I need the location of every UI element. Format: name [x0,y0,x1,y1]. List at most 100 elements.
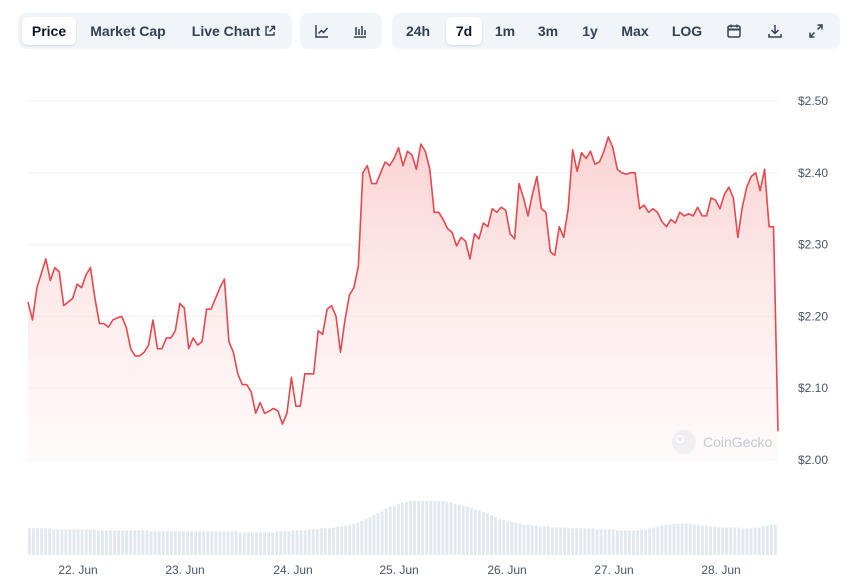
volume-bar [206,531,210,555]
volume-bar [563,527,566,555]
volume-bar [482,512,485,555]
volume-bar [571,528,575,555]
view-toggle-group [300,13,382,49]
volume-bar [141,530,145,555]
tab-7d[interactable]: 7d [446,17,482,45]
y-tick-label: $2.30 [798,238,828,252]
volume-bar [198,531,202,555]
volume-bar [96,530,100,555]
tab-3m-label: 3m [537,23,559,39]
y-tick-label: $2.00 [798,453,828,467]
price-chart[interactable]: $2.50 $2.40 $2.30 $2.20 $2.10 $2.00 22. Jun 23… [0,60,848,584]
volume-bar [336,526,339,555]
volume-bar [526,524,530,555]
volume-bar [64,529,68,555]
volume-bar [396,503,400,555]
volume-bar [765,525,769,555]
volume-bar [153,531,157,555]
line-chart-button[interactable] [304,17,340,45]
volume-bar [279,531,283,555]
volume-bar [194,531,198,555]
volume-bar [672,523,676,555]
volume-bar [518,523,522,555]
volume-bar [769,524,773,555]
volume-bar [157,531,161,555]
volume-bar [84,529,88,555]
volume-bar [376,513,380,555]
chart-toolbar: Price Market Cap Live Chart 24h 7d 1m 3m… [0,0,848,60]
volume-bar [579,528,583,555]
volume-bar [636,530,639,555]
volume-bar [542,526,546,555]
tab-market-cap[interactable]: Market Cap [82,17,174,45]
fullscreen-button[interactable] [798,17,834,45]
download-button[interactable] [757,17,793,45]
volume-bar [449,502,453,555]
volume-bar [40,528,44,555]
x-tick-label: 28. Jun [701,563,740,577]
volume-bar [352,523,356,555]
volume-bar [607,529,611,555]
volume-bar [761,526,765,555]
tab-log[interactable]: LOG [666,17,708,45]
volume-bar [425,500,429,555]
volume-bar [32,528,35,555]
volume-bar [348,524,352,555]
tab-3m[interactable]: 3m [531,17,565,45]
volume-bar [356,522,360,555]
volume-bar [323,528,327,555]
volume-bar [202,531,206,555]
tab-price[interactable]: Price [22,17,76,45]
tab-max[interactable]: Max [614,17,656,45]
volume-bar [368,517,372,555]
volume-bar [263,532,266,555]
volume-bar [478,510,481,555]
volume-bar [92,529,96,555]
volume-bar [587,528,591,555]
volume-bar [514,522,518,555]
ohlc-chart-button[interactable] [342,17,378,45]
volume-bar [469,507,473,555]
volume-bar [210,531,214,555]
volume-bar [567,528,571,555]
volume-bar [392,505,396,555]
volume-bar [461,505,465,555]
volume-bar [328,528,331,555]
volume-bars [28,500,777,555]
volume-bar [311,529,315,555]
volume-bar [713,526,716,555]
volume-bar [283,531,287,555]
volume-bar [417,500,421,555]
volume-bar [133,530,137,555]
date-range-button[interactable] [716,17,752,45]
tab-24h[interactable]: 24h [398,17,438,45]
volume-bar [307,529,311,555]
volume-bar [486,513,489,555]
volume-bar [165,531,169,555]
volume-bar [360,520,364,555]
volume-bar [145,530,149,555]
x-tick-label: 22. Jun [58,563,97,577]
tab-1m[interactable]: 1m [488,17,522,45]
volume-bar [741,528,745,555]
x-tick-label: 27. Jun [594,563,633,577]
volume-bar [255,532,258,555]
y-tick-label: $2.20 [798,309,828,323]
volume-bar [226,531,230,555]
volume-bar [218,531,222,555]
volume-bar [169,531,173,555]
volume-bar [105,530,108,555]
volume-bar [721,527,725,555]
volume-bar [709,526,712,555]
volume-bar [429,500,433,555]
volume-bar [234,531,238,555]
volume-bar [250,532,254,555]
volume-bar [121,530,125,555]
tab-market-cap-label: Market Cap [90,23,166,39]
volume-bar [178,531,181,555]
volume-bar [295,530,299,555]
volume-bar [676,523,680,555]
tab-1y[interactable]: 1y [573,17,607,45]
volume-bar [315,529,319,555]
tab-live-chart[interactable]: Live Chart [182,17,286,45]
